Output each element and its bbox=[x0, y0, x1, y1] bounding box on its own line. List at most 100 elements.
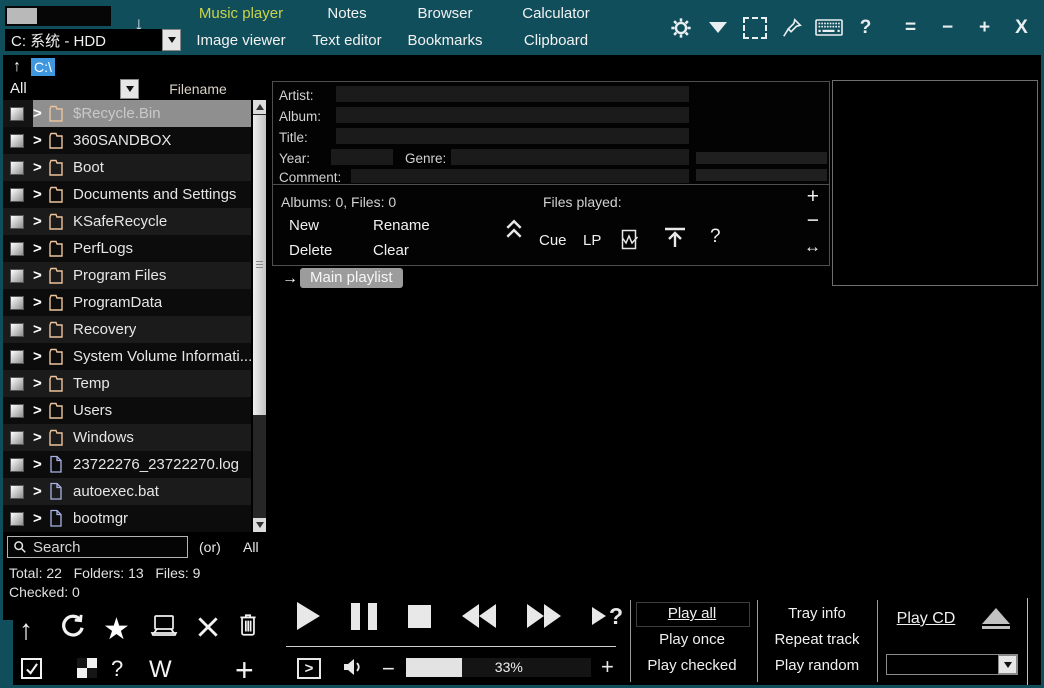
expand-chevron-icon[interactable]: > bbox=[33, 267, 48, 284]
close-x-icon[interactable] bbox=[195, 614, 221, 640]
file-row[interactable]: > $Recycle.Bin bbox=[3, 100, 251, 127]
row-checkbox[interactable] bbox=[10, 161, 24, 175]
seek-progress-bar[interactable] bbox=[5, 6, 111, 26]
tab-notes[interactable]: Notes bbox=[304, 0, 390, 27]
cd-drive-dropdown[interactable] bbox=[886, 654, 1018, 675]
file-row[interactable]: > Users bbox=[3, 397, 251, 424]
file-row[interactable]: > Windows bbox=[3, 424, 251, 451]
favorite-star-icon[interactable]: ★ bbox=[103, 612, 130, 647]
option-play-random[interactable]: Play random bbox=[760, 657, 874, 674]
playlist-rename-button[interactable]: Rename bbox=[373, 217, 430, 234]
row-checkbox[interactable] bbox=[10, 404, 24, 418]
play-random-query-button[interactable]: ? bbox=[592, 603, 623, 630]
search-or-toggle[interactable]: (or) bbox=[199, 539, 221, 555]
wikipedia-icon[interactable]: W bbox=[149, 656, 172, 684]
file-row[interactable]: > 23722276_23722270.log bbox=[3, 451, 251, 478]
file-row[interactable]: > PerfLogs bbox=[3, 235, 251, 262]
close-icon[interactable]: X bbox=[1003, 17, 1040, 39]
row-checkbox[interactable] bbox=[10, 134, 24, 148]
tab-text-editor[interactable]: Text editor bbox=[304, 27, 390, 54]
mode-play-once[interactable]: Play once bbox=[633, 631, 751, 648]
file-row[interactable]: > KSafeRecycle bbox=[3, 208, 251, 235]
resize-handle-icon[interactable]: ↔ bbox=[804, 237, 821, 257]
playlist-new-button[interactable]: New bbox=[289, 217, 319, 234]
file-row[interactable]: > Boot bbox=[3, 154, 251, 181]
option-tray-info[interactable]: Tray info bbox=[760, 605, 874, 622]
expand-chevron-icon[interactable]: > bbox=[33, 321, 48, 338]
artist-field[interactable] bbox=[336, 86, 689, 102]
album-field[interactable] bbox=[336, 107, 689, 123]
expand-chevron-icon[interactable]: > bbox=[33, 105, 48, 122]
waveform-icon[interactable] bbox=[621, 229, 639, 255]
row-checkbox[interactable] bbox=[10, 269, 24, 283]
keyboard-icon[interactable] bbox=[810, 19, 847, 36]
tab-browser[interactable]: Browser bbox=[390, 0, 500, 27]
filter-dropdown-value[interactable]: All bbox=[10, 80, 27, 97]
row-checkbox[interactable] bbox=[10, 188, 24, 202]
volume-up-button[interactable]: + bbox=[601, 656, 614, 678]
stop-button[interactable] bbox=[408, 605, 431, 628]
add-icon[interactable]: + bbox=[235, 652, 254, 688]
search-scope-all[interactable]: All bbox=[243, 539, 259, 555]
volume-down-button[interactable]: − bbox=[382, 658, 395, 680]
row-checkbox[interactable] bbox=[10, 323, 24, 337]
scroll-down-button[interactable] bbox=[253, 518, 266, 532]
expand-chevron-icon[interactable]: > bbox=[33, 159, 48, 176]
row-checkbox[interactable] bbox=[10, 242, 24, 256]
playlist-help-button[interactable]: ? bbox=[710, 226, 721, 248]
mode-play-all[interactable]: Play all bbox=[633, 605, 751, 622]
tab-bookmarks[interactable]: Bookmarks bbox=[390, 27, 500, 54]
comment-field[interactable] bbox=[351, 169, 689, 183]
trash-icon[interactable] bbox=[237, 612, 259, 638]
minimize-icon[interactable]: − bbox=[929, 17, 966, 39]
cue-button[interactable]: Cue bbox=[539, 232, 567, 249]
equals-icon[interactable]: = bbox=[892, 17, 929, 39]
year-field[interactable] bbox=[331, 149, 393, 165]
pause-button[interactable] bbox=[351, 603, 377, 630]
rewind-button[interactable] bbox=[462, 604, 496, 628]
file-row[interactable]: > Temp bbox=[3, 370, 251, 397]
collapse-chevrons-icon[interactable] bbox=[505, 219, 523, 244]
file-row[interactable]: > Program Files bbox=[3, 262, 251, 289]
expand-chevron-icon[interactable]: > bbox=[33, 429, 48, 446]
search-input[interactable]: Search bbox=[7, 536, 188, 558]
settings-gear-icon[interactable] bbox=[662, 17, 699, 39]
scroll-up-button[interactable] bbox=[253, 100, 266, 114]
drive-selector[interactable]: C: 系统 - HDD bbox=[5, 29, 181, 51]
dropdown-arrow-icon[interactable] bbox=[699, 22, 736, 33]
filename-column-header[interactable]: Filename bbox=[143, 81, 253, 97]
file-row[interactable]: > Recovery bbox=[3, 316, 251, 343]
eject-icon[interactable] bbox=[982, 608, 1010, 629]
genre-field[interactable] bbox=[451, 149, 689, 165]
row-checkbox[interactable] bbox=[10, 107, 24, 121]
cd-drive-dropdown-button[interactable] bbox=[998, 655, 1017, 674]
row-checkbox[interactable] bbox=[10, 350, 24, 364]
maximize-icon[interactable]: + bbox=[966, 17, 1003, 39]
expand-chevron-icon[interactable]: > bbox=[33, 186, 48, 203]
filter-dropdown-button[interactable] bbox=[120, 79, 139, 99]
open-panel-icon[interactable]: > bbox=[297, 658, 321, 679]
playlist-add-button[interactable]: + bbox=[807, 185, 819, 209]
pin-icon[interactable] bbox=[773, 17, 810, 39]
check-all-icon[interactable] bbox=[21, 658, 42, 679]
playlist-remove-button[interactable]: − bbox=[807, 209, 819, 233]
main-playlist-tab[interactable]: Main playlist bbox=[300, 268, 403, 288]
file-row[interactable]: > Documents and Settings bbox=[3, 181, 251, 208]
help-icon[interactable]: ? bbox=[847, 17, 884, 39]
computer-icon[interactable] bbox=[149, 614, 179, 638]
row-checkbox[interactable] bbox=[10, 377, 24, 391]
row-checkbox[interactable] bbox=[10, 431, 24, 445]
play-cd-button[interactable]: Play CD bbox=[888, 610, 964, 628]
marquee-select-icon[interactable] bbox=[736, 17, 773, 39]
option-repeat-track[interactable]: Repeat track bbox=[760, 631, 874, 648]
file-row[interactable]: > bootmgr bbox=[3, 505, 251, 532]
invert-selection-icon[interactable] bbox=[77, 658, 97, 678]
mode-play-checked[interactable]: Play checked bbox=[633, 657, 751, 674]
volume-slider[interactable]: 33% bbox=[406, 658, 591, 677]
speaker-icon[interactable] bbox=[342, 657, 366, 682]
lp-button[interactable]: LP bbox=[583, 232, 601, 249]
play-button[interactable] bbox=[297, 602, 320, 630]
up-arrow-icon[interactable]: ↑ bbox=[19, 614, 33, 646]
row-checkbox[interactable] bbox=[10, 485, 24, 499]
title-field[interactable] bbox=[336, 128, 689, 144]
